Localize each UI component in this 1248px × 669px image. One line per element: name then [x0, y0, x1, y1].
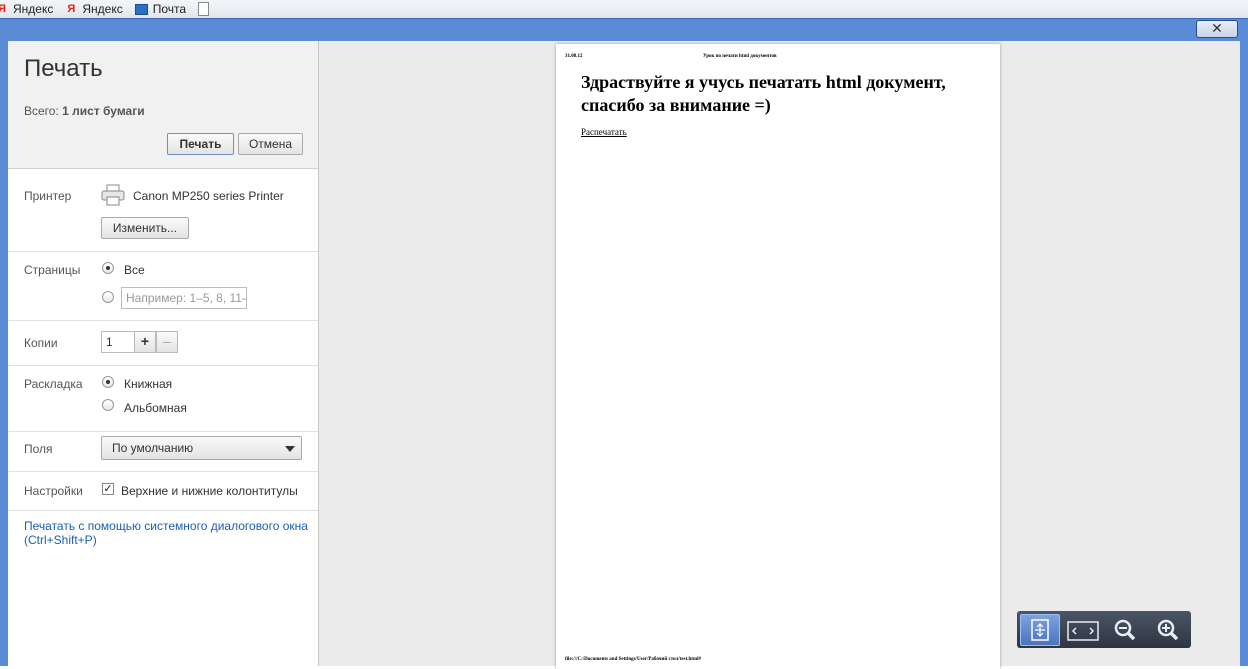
layout-landscape-label: Альбомная — [124, 401, 187, 415]
bookmark-label: Яндекс — [13, 2, 54, 16]
page-heading: Здраствуйте я учусь печатать html докуме… — [581, 72, 946, 115]
options-label: Настройки — [24, 484, 83, 498]
headers-footers-checkbox[interactable]: ✓ — [102, 483, 114, 495]
pages-all-label: Все — [124, 263, 145, 277]
margins-row: Поля По умолчанию — [8, 432, 318, 472]
copies-increment-button[interactable]: + — [134, 331, 156, 353]
pages-label: Страницы — [24, 263, 81, 277]
bookmark-yandex-1[interactable]: Я Яндекс — [0, 0, 53, 18]
dialog-frame-left — [0, 41, 8, 666]
print-button[interactable]: Печать — [167, 133, 234, 155]
change-printer-button[interactable]: Изменить... — [101, 217, 189, 239]
fit-width-icon — [1066, 620, 1099, 641]
dialog-title-bar — [0, 18, 1248, 42]
page-header-date: 31.08.12 — [565, 54, 583, 59]
pages-range-input[interactable]: Например: 1–5, 8, 11–13 — [121, 287, 247, 309]
close-button[interactable]: ✕ — [1196, 20, 1238, 38]
yandex-icon: Я — [0, 3, 6, 15]
margins-select[interactable]: По умолчанию — [101, 436, 302, 460]
layout-row: Раскладка Книжная Альбомная — [8, 366, 318, 432]
fit-page-icon — [1031, 618, 1049, 641]
pages-range-radio[interactable] — [102, 291, 114, 303]
print-header: Печать Всего: 1 лист бумаги Печать Отмен… — [8, 41, 318, 169]
zoom-out-icon — [1115, 619, 1136, 640]
chevron-down-icon — [285, 446, 295, 452]
printer-row: Принтер Canon MP250 series Printer Измен… — [8, 169, 318, 252]
options-row: Настройки ✓ Верхние и нижние колонтитулы — [8, 472, 318, 511]
copies-label: Копии — [24, 336, 58, 350]
bookmark-label: Почта — [152, 2, 187, 16]
bookmarks-bar: Я Яндекс Я Яндекс Почта — [0, 0, 1248, 18]
bookmark-page[interactable] — [198, 0, 214, 18]
margins-label: Поля — [24, 442, 53, 456]
margins-value: По умолчанию — [112, 441, 194, 455]
copies-input[interactable]: 1 — [101, 331, 135, 353]
page-icon — [198, 2, 210, 16]
zoom-in-button[interactable] — [1148, 614, 1188, 646]
zoom-toolbar — [1017, 611, 1191, 648]
copies-row: Копии 1 + – — [8, 321, 318, 366]
pages-row: Страницы Все Например: 1–5, 8, 11–13 — [8, 252, 318, 321]
page-footer-url: file:///C:/Documents and Settings/User/Р… — [565, 657, 702, 662]
system-dialog-link[interactable]: Печатать с помощью системного диалоговог… — [24, 519, 324, 547]
printer-label: Принтер — [24, 189, 72, 203]
zoom-out-button[interactable] — [1106, 614, 1146, 646]
copies-decrement-button[interactable]: – — [156, 331, 178, 353]
printer-icon — [101, 184, 125, 206]
printer-name: Canon MP250 series Printer — [133, 189, 284, 203]
layout-label: Раскладка — [24, 377, 83, 391]
cancel-button[interactable]: Отмена — [238, 133, 303, 155]
print-summary: Всего: 1 лист бумаги — [24, 104, 145, 118]
page-print-link: Распечатать — [581, 127, 627, 137]
page-header-title: Урок по печати html документов — [703, 54, 777, 59]
print-settings-panel: Печать Всего: 1 лист бумаги Печать Отмен… — [8, 41, 319, 666]
bookmark-yandex-2[interactable]: Я Яндекс — [65, 0, 122, 18]
yandex-icon: Я — [67, 3, 76, 15]
preview-page: 31.08.12 Урок по печати html документов … — [556, 44, 1000, 669]
summary-prefix: Всего: — [24, 104, 59, 118]
bookmark-label: Яндекс — [82, 2, 123, 16]
print-preview-area: 31.08.12 Урок по печати html документов … — [319, 41, 1240, 669]
bookmark-mail[interactable]: Почта — [134, 0, 187, 18]
mail-icon — [134, 3, 148, 15]
pages-all-radio[interactable] — [102, 262, 114, 274]
layout-portrait-radio[interactable] — [102, 376, 114, 388]
layout-landscape-radio[interactable] — [102, 399, 114, 411]
dialog-frame-right — [1240, 41, 1248, 666]
summary-value: 1 лист бумаги — [62, 104, 145, 118]
fit-width-button[interactable] — [1063, 614, 1103, 646]
headers-footers-label: Верхние и нижние колонтитулы — [121, 484, 298, 498]
layout-portrait-label: Книжная — [124, 377, 173, 391]
zoom-in-icon — [1157, 619, 1179, 640]
print-title: Печать — [24, 55, 103, 82]
fit-page-button[interactable] — [1020, 613, 1060, 646]
